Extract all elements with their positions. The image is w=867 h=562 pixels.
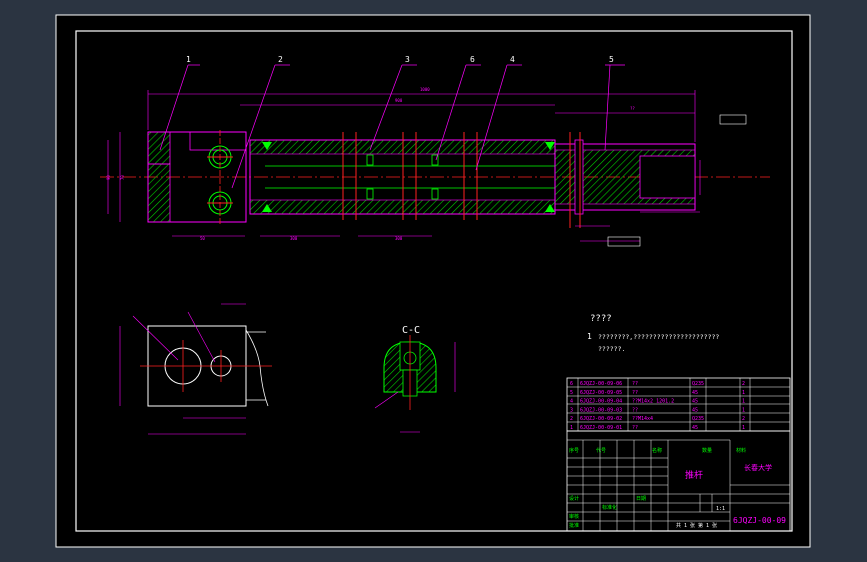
svg-text:900: 900	[395, 98, 403, 103]
bom-cell-name: ??M14x4	[632, 416, 653, 422]
bom-cell-seq: 3	[570, 407, 573, 413]
bom-cell-name: ??	[632, 390, 638, 396]
svg-text:90: 90	[106, 175, 111, 180]
scale: 1:1	[716, 506, 725, 512]
section-label: C-C	[402, 325, 420, 336]
bom-cell-name: ??	[632, 425, 638, 431]
bom-cell-name: ??	[632, 407, 638, 413]
bom-cell-material: 45	[692, 407, 698, 413]
drawing-number: 6JQZJ-00-09	[733, 516, 786, 525]
bom-cell-code: 6JQZJ-00-09-03	[580, 407, 622, 413]
part-number-3: 3	[405, 55, 410, 64]
part-number-2: 2	[278, 55, 283, 64]
svg-text:70: 70	[120, 175, 125, 180]
bom-cell-name: ??	[632, 381, 638, 387]
bom-cell-count: 1	[742, 399, 745, 405]
bom-cell-seq: 6	[570, 381, 573, 387]
cad-drawing-viewport[interactable]: 1000 900 ?? 300 300 50 90 70 1 2 3 6 4 5	[0, 0, 867, 562]
bom-cell-count: 1	[742, 425, 745, 431]
part-name: 推杆	[685, 469, 703, 481]
bom-header-qty: 数量	[702, 447, 712, 454]
bom-cell-seq: 1	[570, 425, 573, 431]
bom-header-material: 材料	[736, 447, 746, 454]
design-label: 设计	[569, 495, 579, 502]
bom-header-seq: 序号	[569, 447, 579, 454]
check-label: 审核	[569, 513, 579, 520]
bom-cell-count: 1	[742, 390, 745, 396]
part-number-1: 1	[186, 55, 191, 64]
svg-text:??: ??	[630, 106, 635, 111]
svg-text:300: 300	[395, 236, 403, 241]
bom-cell-code: 6JQZJ-00-09-05	[580, 390, 622, 396]
approve-label: 批准	[569, 522, 579, 529]
bom-cell-material: 45	[692, 425, 698, 431]
bom-cell-code: 6JQZJ-00-09-06	[580, 381, 622, 387]
notes-line1: ????????,??????????????????????	[598, 333, 719, 341]
bom-cell-material: Q235	[692, 381, 704, 387]
bom-cell-code: 6JQZJ-00-09-01	[580, 425, 622, 431]
drawing-sheet	[55, 14, 811, 548]
part-number-4: 4	[510, 55, 515, 64]
part-number-5: 5	[609, 55, 614, 64]
bom-header-name: 名称	[652, 447, 662, 454]
bom-cell-material: Q235	[692, 416, 704, 422]
bom-cell-seq: 2	[570, 416, 573, 422]
svg-text:50: 50	[200, 236, 205, 241]
notes-line2: ??????.	[598, 345, 625, 353]
bom-cell-material: 45	[692, 399, 698, 405]
school-name: 长春大学	[744, 463, 772, 472]
bom-cell-code: 6JQZJ-00-09-02	[580, 416, 622, 422]
bom-cell-seq: 5	[570, 390, 573, 396]
bom-cell-count: 2	[742, 381, 745, 387]
notes-heading: ????	[590, 314, 612, 324]
svg-text:1000: 1000	[420, 87, 430, 92]
date-label: 日期	[636, 496, 646, 502]
bom-cell-code: 6JQZJ-00-09-04	[580, 399, 622, 405]
std-label: 标准化	[602, 504, 617, 511]
notes-line1-number: 1	[587, 332, 592, 341]
svg-text:300: 300	[290, 236, 298, 241]
bom-cell-count: 2	[742, 416, 745, 422]
sheet-count: 共 1 张 第 1 张	[676, 522, 717, 529]
bom-cell-name: ??M14x2 1201.2	[632, 399, 674, 405]
part-number-6: 6	[470, 55, 475, 64]
bom-cell-seq: 4	[570, 399, 573, 405]
bom-cell-count: 1	[742, 407, 745, 413]
bom-cell-material: 45	[692, 390, 698, 396]
bom-header-code: 代号	[596, 447, 606, 454]
